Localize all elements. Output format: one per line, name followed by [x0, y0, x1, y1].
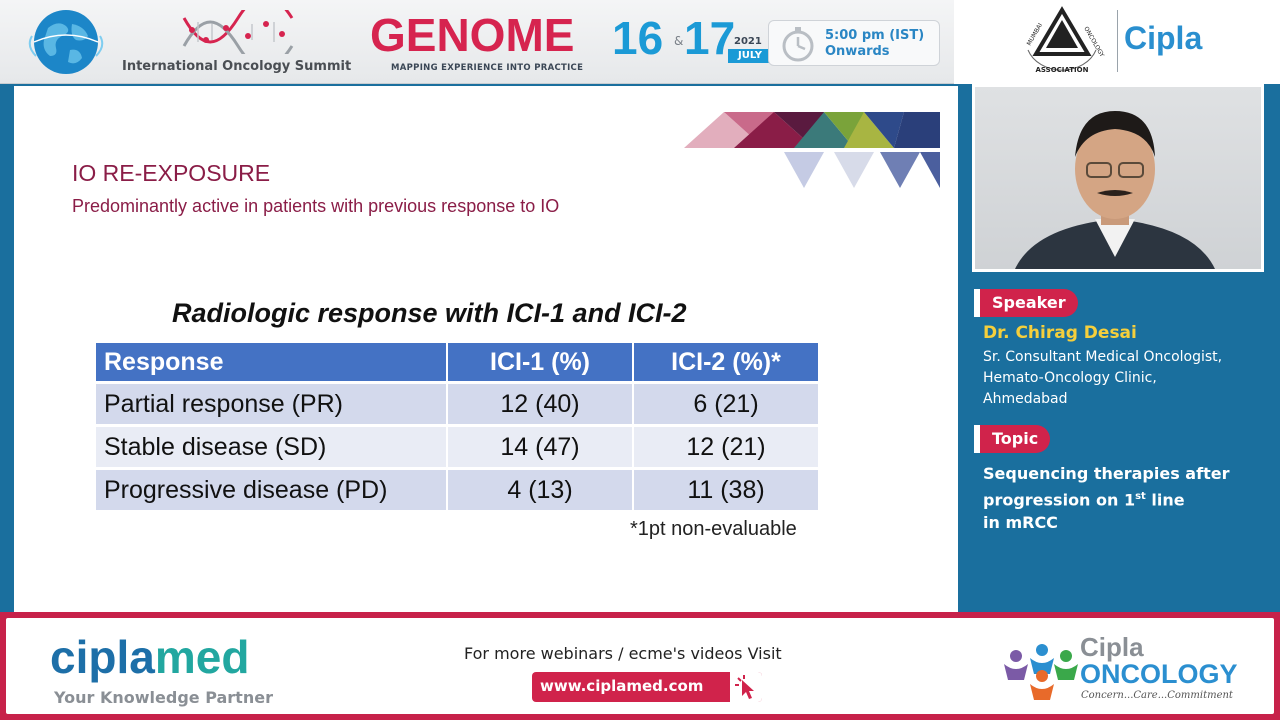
table-row: Progressive disease (PD) 4 (13) 11 (38)	[96, 470, 818, 510]
topic-text: Sequencing therapies after progression o…	[983, 462, 1273, 534]
table-cell: 14 (47)	[448, 427, 632, 467]
table-cell: Partial response (PR)	[96, 384, 446, 424]
topic-line-text: line	[1145, 490, 1185, 510]
dna-helix-icon	[182, 10, 294, 54]
topic-line: Sequencing therapies after	[983, 464, 1230, 483]
speaker-photo-frame	[972, 84, 1264, 272]
webinar-promo-text: For more webinars / ecme's videos Visit	[464, 644, 782, 663]
website-link-text[interactable]: www.ciplamed.com	[540, 677, 703, 695]
footer-banner: ciplamed Your Knowledge Partner For more…	[0, 612, 1280, 720]
cipla-oncology-tagline: Concern...Care...Commitment	[1081, 690, 1233, 701]
table-row: Stable disease (SD) 14 (47) 12 (21)	[96, 427, 818, 467]
topic-line: in mRCC	[983, 513, 1058, 533]
mumbai-oncology-association-logo: ASSOCIATION MUMBAI ONCOLOGY	[1026, 6, 1105, 74]
event-title: GENOME	[370, 9, 575, 61]
speaker-desc-line: Sr. Consultant Medical Oncologist,	[983, 349, 1223, 365]
ciplamed-logo: ciplamed	[50, 632, 249, 682]
svg-text:ASSOCIATION: ASSOCIATION	[1036, 66, 1089, 74]
table-cell: Progressive disease (PD)	[96, 470, 446, 510]
table-cell: Stable disease (SD)	[96, 427, 446, 467]
slide-subtitle: Predominantly active in patients with pr…	[72, 196, 560, 216]
event-dates: 16 & 17 2021 JULY	[612, 12, 772, 66]
date-day-one: 16	[612, 12, 664, 64]
cipla-logo-text: Cipla	[1124, 20, 1203, 56]
topic-label: Topic	[974, 425, 1051, 453]
globe-logo-icon	[28, 10, 104, 74]
topic-line: progression on 1st line	[983, 485, 1273, 511]
speaker-description: Sr. Consultant Medical Oncologist, Hemat…	[983, 347, 1222, 410]
cipla-oncology-people-icon	[1004, 644, 1078, 700]
speaker-desc-line: Hemato-Oncology Clinic,	[983, 370, 1157, 386]
speaker-photo	[975, 87, 1261, 269]
ciplamed-logo-part2: med	[154, 631, 250, 683]
cipla-oncology-brand-top: Cipla	[1080, 632, 1144, 662]
date-ampersand: &	[674, 34, 684, 48]
event-subtitle: MAPPING EXPERIENCE INTO PRACTICE	[391, 63, 584, 73]
ciplamed-logo-part1: cipla	[50, 631, 155, 683]
cursor-click-icon	[730, 672, 762, 702]
table-row: Partial response (PR) 12 (40) 6 (21)	[96, 384, 818, 424]
event-time: 5:00 pm (IST) Onwards	[768, 20, 940, 66]
event-banner: International Oncology Summit GENOME MAP…	[0, 0, 1280, 84]
cipla-oncology-brand-word: ONCOLOGY	[1080, 659, 1238, 689]
speaker-portrait-icon	[1015, 111, 1215, 269]
table-cell: 12 (40)	[448, 384, 632, 424]
table-cell: 6 (21)	[634, 384, 818, 424]
column-header-ici2: ICI-2 (%)*	[634, 343, 818, 381]
table-cell: 12 (21)	[634, 427, 818, 467]
table-footnote: *1pt non-evaluable	[630, 518, 797, 540]
response-table: Response ICI-1 (%) ICI-2 (%)* Partial re…	[94, 340, 820, 513]
summit-label: International Oncology Summit	[122, 59, 352, 74]
table-header-row: Response ICI-1 (%) ICI-2 (%)*	[96, 343, 818, 381]
time-line-1: 5:00 pm (IST)	[825, 28, 925, 43]
table-title: Radiologic response with ICI-1 and ICI-2	[172, 298, 687, 328]
topic-superscript: st	[1135, 491, 1146, 502]
stopwatch-icon	[782, 27, 814, 62]
date-year: 2021	[734, 36, 762, 47]
speaker-label: Speaker	[974, 289, 1078, 317]
ciplamed-tagline: Your Knowledge Partner	[54, 688, 273, 707]
event-time-text: 5:00 pm (IST) Onwards	[825, 28, 924, 60]
decorative-triangles-icon	[684, 112, 940, 188]
column-header-ici1: ICI-1 (%)	[448, 343, 632, 381]
date-month: JULY	[728, 49, 772, 63]
slide-title: IO RE-EXPOSURE	[72, 160, 271, 186]
time-line-2: Onwards	[825, 44, 890, 59]
table-cell: 4 (13)	[448, 470, 632, 510]
topic-line-text: progression on 1	[983, 490, 1136, 510]
presentation-slide: IO RE-EXPOSURE Predominantly active in p…	[14, 86, 958, 612]
footer-inner: ciplamed Your Knowledge Partner For more…	[6, 618, 1274, 714]
speaker-name: Dr. Chirag Desai	[983, 323, 1137, 343]
column-header-response: Response	[96, 343, 446, 381]
website-link[interactable]: www.ciplamed.com	[532, 672, 762, 702]
speaker-desc-line: Ahmedabad	[983, 391, 1068, 407]
sponsor-divider	[1117, 10, 1118, 72]
table-cell: 11 (38)	[634, 470, 818, 510]
